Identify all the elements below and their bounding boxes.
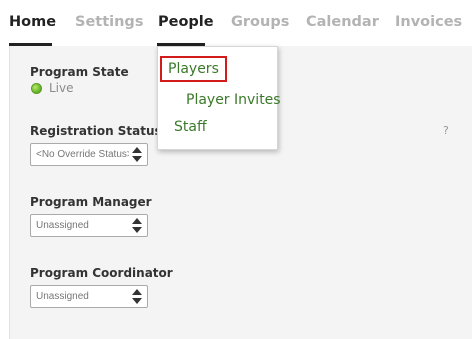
people-dropdown-menu: Players Player Invites Staff xyxy=(157,46,281,150)
tab-calendar[interactable]: Calendar xyxy=(306,14,379,30)
program-manager-label: Program Manager xyxy=(30,195,152,209)
live-status-text: Live xyxy=(49,81,74,95)
tab-groups[interactable]: Groups xyxy=(231,14,289,30)
program-coordinator-label: Program Coordinator xyxy=(30,266,173,280)
registration-status-value: <No Override Status> xyxy=(36,149,129,160)
live-status-icon xyxy=(31,82,42,94)
program-coordinator-select[interactable]: Unassigned xyxy=(30,285,148,308)
menu-item-players[interactable]: Players xyxy=(160,56,227,82)
tab-home[interactable]: Home xyxy=(9,14,56,30)
updown-arrows-icon xyxy=(132,218,142,233)
registration-status-label: Registration Status xyxy=(30,124,162,138)
menu-item-player-invites[interactable]: Player Invites xyxy=(186,92,281,108)
registration-help-icon[interactable]: ? xyxy=(443,124,449,137)
updown-arrows-icon xyxy=(132,289,142,304)
tab-people[interactable]: People xyxy=(158,14,214,30)
updown-arrows-icon xyxy=(132,147,142,162)
program-manager-value: Unassigned xyxy=(36,220,89,231)
tab-invoices[interactable]: Invoices xyxy=(395,14,462,30)
tab-settings[interactable]: Settings xyxy=(75,14,143,30)
menu-item-staff[interactable]: Staff xyxy=(174,119,207,135)
tab-bar: Home Settings People Groups Calendar Inv… xyxy=(0,0,472,46)
program-state-value: Live xyxy=(31,81,74,95)
program-manager-select[interactable]: Unassigned xyxy=(30,214,148,237)
program-state-label: Program State xyxy=(30,65,129,79)
program-coordinator-value: Unassigned xyxy=(36,291,89,302)
registration-status-select[interactable]: <No Override Status> xyxy=(30,143,148,166)
